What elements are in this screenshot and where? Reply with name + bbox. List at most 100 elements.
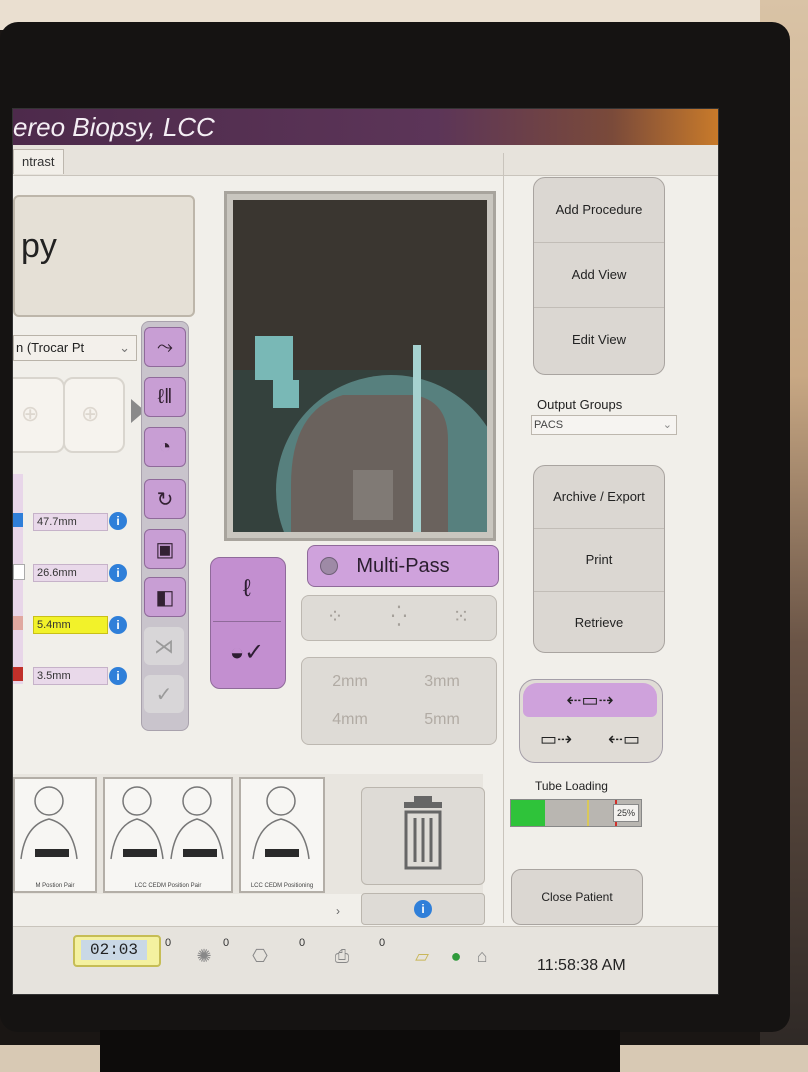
- measurement-value-4: 3.5mm: [33, 667, 108, 685]
- pattern-button-1[interactable]: ⁘: [307, 603, 363, 631]
- target-button-2[interactable]: ⊕: [63, 377, 125, 453]
- tube-loading-fill: [511, 800, 545, 826]
- tool-button-split[interactable]: ⋊: [144, 627, 184, 665]
- layout-single-button[interactable]: ⇠▭⇢: [523, 683, 657, 717]
- radio-icon: [320, 557, 338, 575]
- image-viewer[interactable]: [224, 191, 496, 541]
- tool-button-check[interactable]: ✓: [144, 675, 184, 713]
- printer-icon[interactable]: ⎙: [331, 945, 353, 967]
- count-2: 0: [223, 937, 230, 949]
- tube-loading-label: Tube Loading: [535, 779, 608, 793]
- info-icon[interactable]: i: [109, 616, 127, 634]
- pattern-button-2[interactable]: ⁛: [371, 603, 427, 631]
- trash-icon: [404, 796, 442, 870]
- measurement-marker: [13, 667, 23, 681]
- exposure-timer: 02:03: [73, 935, 161, 967]
- target-button-1[interactable]: ⊕: [13, 377, 65, 453]
- archive-export-button[interactable]: Archive / Export: [534, 466, 664, 529]
- retrieve-button[interactable]: Retrieve: [534, 592, 664, 654]
- needle-depth-icon: ℓ‖: [157, 385, 173, 408]
- mode-filled-check-icon: ◒✓: [229, 639, 265, 666]
- check-icon: ✓: [155, 683, 173, 706]
- breast-icon: ◔: [158, 435, 172, 458]
- mode-outline-icon: ℓ: [243, 575, 251, 602]
- crosshair-icon: ⊕: [21, 401, 40, 426]
- crosshair-icon: ⊕: [81, 401, 100, 426]
- measurement-value-3: 5.4mm: [33, 616, 108, 634]
- app-screen: ereo Biopsy, LCC ntrast py n (Trocar Pt …: [12, 108, 719, 995]
- thumbnail-1[interactable]: M Postion Pair: [13, 777, 97, 893]
- window-title: ereo Biopsy, LCC: [13, 112, 215, 142]
- chevron-down-icon: ⌄: [662, 419, 672, 431]
- size-button-2mm[interactable]: 2mm: [305, 663, 395, 701]
- mode-outline-button[interactable]: ℓ: [213, 559, 281, 619]
- clock: 11:58:38 AM: [537, 957, 626, 974]
- pattern-button-3[interactable]: ⁙: [433, 603, 489, 631]
- split-icon: ⋊: [154, 635, 174, 658]
- tube-loading-bar: 25%: [510, 799, 642, 827]
- tool-button-monitor[interactable]: ▣: [144, 529, 186, 569]
- size-button-5mm[interactable]: 5mm: [397, 701, 487, 739]
- info-icon[interactable]: i: [109, 512, 127, 530]
- close-patient-button[interactable]: Close Patient: [511, 869, 643, 925]
- monitor-stand: [100, 1030, 620, 1072]
- add-view-button[interactable]: Add View: [534, 243, 664, 308]
- count-4: 0: [379, 937, 386, 949]
- measurement-marker: [13, 564, 25, 580]
- multi-pass-button[interactable]: Multi-Pass: [307, 545, 499, 587]
- procedure-group: Add Procedure Add View Edit View: [533, 177, 665, 375]
- patient-figure-icon: [20, 786, 78, 860]
- size-button-3mm[interactable]: 3mm: [397, 663, 487, 701]
- patient-figure-icon: [110, 786, 224, 860]
- tool-button-rotate[interactable]: ↻: [144, 479, 186, 519]
- edit-view-button[interactable]: Edit View: [534, 308, 664, 372]
- info-icon: i: [414, 900, 432, 918]
- layout-right-button[interactable]: ⇠▭: [591, 721, 657, 757]
- rotate-icon: ↻: [156, 488, 174, 511]
- needle-select[interactable]: n (Trocar Pt ⌄: [13, 335, 137, 361]
- folder-icon[interactable]: ▱: [411, 945, 433, 967]
- archive-group: Archive / Export Print Retrieve: [533, 465, 665, 653]
- patient-figure-icon: [252, 786, 310, 860]
- info-icon[interactable]: i: [109, 667, 127, 685]
- measurement-marker: [13, 616, 23, 630]
- layout-left-button[interactable]: ▭⇢: [523, 721, 589, 757]
- timer-value: 02:03: [81, 940, 147, 960]
- delete-button[interactable]: [361, 787, 485, 885]
- device-icon[interactable]: ⎔: [249, 945, 271, 967]
- needle-path-icon: ⤳: [157, 335, 173, 358]
- add-procedure-button[interactable]: Add Procedure: [534, 178, 664, 243]
- status-ok-icon[interactable]: ●: [445, 945, 467, 967]
- network-icon[interactable]: ⌂: [471, 945, 493, 967]
- divider: [503, 153, 504, 923]
- chevron-down-icon: ⌄: [119, 340, 130, 355]
- layout-right-icon: ⇠▭: [607, 729, 641, 749]
- output-groups-select[interactable]: PACS ⌄: [531, 415, 677, 435]
- tube-loading-percent: 25%: [613, 804, 639, 822]
- mode-filled-check-button[interactable]: ◒✓: [213, 623, 281, 683]
- count-1: 0: [165, 937, 172, 949]
- output-groups-value: PACS: [534, 419, 564, 431]
- dose-icon[interactable]: ✺: [193, 945, 215, 967]
- tube-loading-marker: [587, 800, 589, 826]
- output-groups-label: Output Groups: [537, 397, 623, 412]
- scroll-right-icon[interactable]: ›: [336, 904, 340, 918]
- thumbnail-2[interactable]: LCC CEDM Position Pair: [103, 777, 233, 893]
- tab-strip: [13, 145, 718, 176]
- tool-button-breast[interactable]: ◔: [144, 427, 186, 467]
- info-icon[interactable]: i: [109, 564, 127, 582]
- tab-contrast[interactable]: ntrast: [13, 149, 64, 174]
- measurement-value-1: 47.7mm: [33, 513, 108, 531]
- thumbnail-3[interactable]: LCC CEDM Positioning: [239, 777, 325, 893]
- tool-button-contrast[interactable]: ◧: [144, 577, 186, 617]
- tool-button-needle-path[interactable]: ⤳: [144, 327, 186, 367]
- print-button[interactable]: Print: [534, 529, 664, 592]
- thumbnail-caption: LCC CEDM Positioning: [250, 883, 314, 889]
- thumbnail-caption: LCC CEDM Position Pair: [134, 883, 202, 889]
- size-button-4mm[interactable]: 4mm: [305, 701, 395, 739]
- count-3: 0: [299, 937, 306, 949]
- contrast-icon: ◧: [155, 586, 175, 609]
- tool-button-needle-depth[interactable]: ℓ‖: [144, 377, 186, 417]
- info-button[interactable]: i: [361, 893, 485, 925]
- layout-left-icon: ▭⇢: [539, 729, 573, 749]
